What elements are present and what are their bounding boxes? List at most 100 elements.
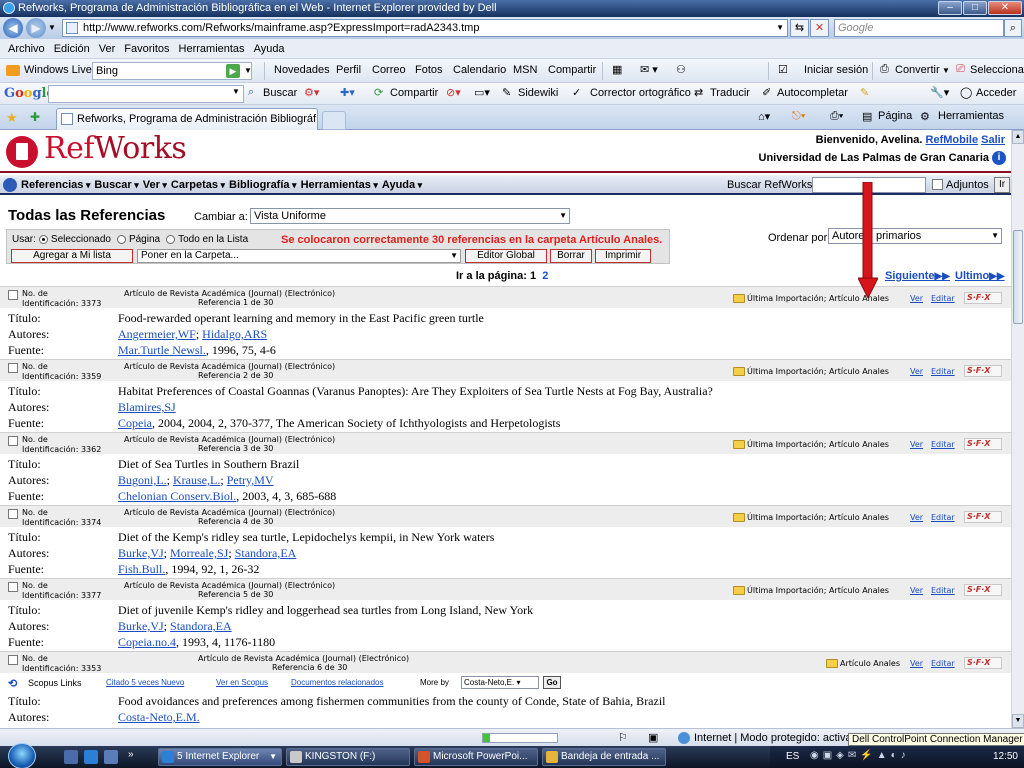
- nav-referencias[interactable]: Referencias: [21, 179, 90, 191]
- address-dropdown-icon[interactable]: ▼: [776, 20, 784, 36]
- messenger-icon[interactable]: ▦: [612, 63, 622, 76]
- mail-icon[interactable]: ✉ ▾: [640, 63, 658, 76]
- scopus-author-select[interactable]: Costa-Neto,E. ▾: [461, 676, 539, 689]
- view-reference-link[interactable]: Ver: [910, 586, 923, 595]
- edit-reference-link[interactable]: Editar: [931, 367, 955, 376]
- view-reference-link[interactable]: Ver: [910, 440, 923, 449]
- back-button[interactable]: ◀: [3, 18, 23, 38]
- view-select[interactable]: Vista Uniforme ▼: [250, 208, 570, 224]
- bing-dropdown-icon[interactable]: ▼: [244, 66, 252, 75]
- folder-names[interactable]: Artículo Anales: [840, 659, 900, 668]
- task-kingston[interactable]: KINGSTON (F:): [286, 748, 410, 766]
- refresh-icon[interactable]: ⇆: [790, 19, 809, 37]
- author-link[interactable]: Standora,EA: [170, 619, 232, 633]
- google-traducir[interactable]: Traducir: [710, 87, 750, 99]
- google-buscar[interactable]: Buscar: [263, 87, 297, 99]
- vertical-scrollbar[interactable]: ▲ ▼: [1011, 130, 1024, 728]
- edit-reference-link[interactable]: Editar: [931, 294, 955, 303]
- home-icon[interactable]: ⌂▾: [758, 110, 770, 123]
- minimize-button[interactable]: –: [938, 1, 962, 15]
- more-quicklaunch-icon[interactable]: »: [128, 749, 134, 760]
- menu-ayuda[interactable]: Ayuda: [254, 43, 285, 55]
- sfx-link-button[interactable]: S·F·X: [964, 292, 1002, 304]
- security-zone-text[interactable]: Internet | Modo protegido: activado: [694, 732, 864, 744]
- folder-names[interactable]: Última Importación; Artículo Anales: [747, 513, 889, 522]
- google-autocompletar[interactable]: Autocompletar: [777, 87, 848, 99]
- tray-icons[interactable]: ◉▣◈✉⚡▲◐♪: [810, 750, 990, 764]
- refmobile-link[interactable]: RefMobile: [926, 134, 979, 146]
- convert-button[interactable]: Convertir: [895, 64, 940, 76]
- reference-checkbox[interactable]: [8, 509, 18, 519]
- menu-favoritos[interactable]: Favoritos: [124, 43, 169, 55]
- wl-fotos[interactable]: Fotos: [415, 64, 443, 76]
- wl-correo[interactable]: Correo: [372, 64, 406, 76]
- stop-icon[interactable]: ✕: [810, 19, 829, 37]
- author-link[interactable]: Blamires,SJ: [118, 400, 176, 414]
- last-page-link[interactable]: Ultimo▶▶: [955, 270, 1005, 282]
- print-icon[interactable]: ⎙▾: [830, 110, 843, 123]
- google-search-input[interactable]: [48, 85, 244, 103]
- spaces-icon[interactable]: ⚇: [676, 63, 686, 76]
- folder-names[interactable]: Última Importación; Artículo Anales: [747, 367, 889, 376]
- sfx-link-button[interactable]: S·F·X: [964, 511, 1002, 523]
- menu-edicion[interactable]: Edición: [54, 43, 90, 55]
- author-link[interactable]: Costa-Neto,E.M.: [118, 710, 200, 724]
- scopus-go-button[interactable]: Go: [543, 676, 561, 689]
- view-reference-link[interactable]: Ver: [910, 513, 923, 522]
- folder-names[interactable]: Última Importación; Artículo Anales: [747, 440, 889, 449]
- view-reference-link[interactable]: Ver: [910, 367, 923, 376]
- tools-menu[interactable]: Herramientas: [938, 110, 1004, 122]
- task-internet-explorer[interactable]: 5 Internet Explorer ▼: [158, 748, 282, 766]
- show-desktop-icon[interactable]: [64, 750, 78, 764]
- view-reference-link[interactable]: Ver: [910, 294, 923, 303]
- google-corrector[interactable]: Corrector ortográfico: [590, 87, 691, 99]
- source-link[interactable]: Fish.Bull.: [118, 562, 165, 576]
- favorites-star-icon[interactable]: ★: [6, 110, 18, 126]
- reference-checkbox[interactable]: [8, 363, 18, 373]
- reference-checkbox[interactable]: [8, 655, 18, 665]
- wl-signin[interactable]: Iniciar sesión: [804, 64, 868, 76]
- sfx-link-button[interactable]: S·F·X: [964, 438, 1002, 450]
- google-compartir[interactable]: Compartir: [390, 87, 438, 99]
- search-go-button[interactable]: Ir: [994, 177, 1010, 193]
- author-link[interactable]: Krause,L.: [173, 473, 220, 487]
- next-page-link[interactable]: Siguiente▶▶: [885, 270, 950, 282]
- nav-ayuda[interactable]: Ayuda: [382, 179, 422, 191]
- switch-windows-icon[interactable]: [104, 750, 118, 764]
- radio-page[interactable]: [116, 235, 126, 244]
- nav-buscar[interactable]: Buscar: [94, 179, 138, 191]
- folder-names[interactable]: Última Importación; Artículo Anales: [747, 586, 889, 595]
- wl-perfil[interactable]: Perfil: [336, 64, 361, 76]
- recent-pages-dropdown-icon[interactable]: ▼: [48, 23, 56, 32]
- close-button[interactable]: ✕: [988, 1, 1022, 15]
- radio-selected[interactable]: [38, 235, 48, 244]
- windows-live-brand[interactable]: Windows Live: [24, 64, 92, 76]
- author-link[interactable]: Hidalgo,ARS: [202, 327, 267, 341]
- logout-link[interactable]: Salir: [981, 134, 1005, 146]
- scopus-cited-link[interactable]: Citado 5 veces Nuevo: [106, 678, 184, 687]
- google-pagerank-icon[interactable]: ⚙▾: [304, 86, 319, 99]
- google-plus-icon[interactable]: ✚▾: [340, 86, 355, 99]
- author-link[interactable]: Angermeier,WF: [118, 327, 196, 341]
- nav-herramientas[interactable]: Herramientas: [301, 179, 378, 191]
- reference-checkbox[interactable]: [8, 436, 18, 446]
- start-button[interactable]: [8, 743, 36, 768]
- language-indicator[interactable]: ES: [786, 751, 799, 762]
- scopus-view-link[interactable]: Ver en Scopus: [216, 678, 268, 687]
- author-link[interactable]: Morreale,SJ: [170, 546, 228, 560]
- view-reference-link[interactable]: Ver: [910, 659, 923, 668]
- browser-search-input[interactable]: Google: [834, 19, 1004, 37]
- sort-select[interactable]: Autores, primarios ▼: [828, 228, 1002, 244]
- source-link[interactable]: Chelonian Conserv.Biol.: [118, 489, 236, 503]
- delete-button[interactable]: Borrar: [550, 249, 592, 263]
- clock[interactable]: 12:50: [993, 751, 1018, 762]
- feeds-icon[interactable]: ⎋▾: [792, 110, 805, 123]
- author-link[interactable]: Standora,EA: [235, 546, 297, 560]
- source-link[interactable]: Mar.Turtle Newsl.: [118, 343, 206, 357]
- menu-archivo[interactable]: Archivo: [8, 43, 45, 55]
- scopus-related-link[interactable]: Documentos relacionados: [291, 678, 384, 687]
- convert-dropdown-icon[interactable]: ▼: [942, 66, 950, 75]
- tab-refworks[interactable]: Refworks, Programa de Administración Bib…: [56, 108, 318, 130]
- highlight-icon[interactable]: ✎: [860, 86, 869, 99]
- bing-search-go-icon[interactable]: ▶: [226, 64, 240, 78]
